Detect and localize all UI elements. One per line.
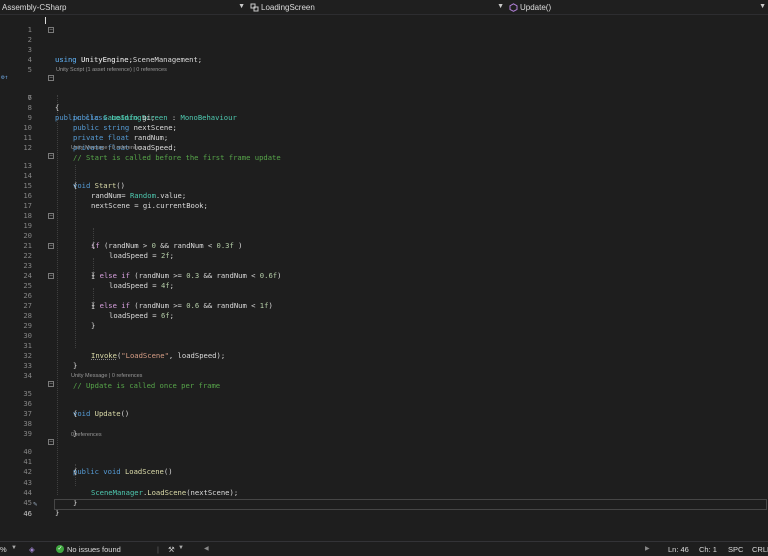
code-line[interactable]: 12 // Start is called before the first f… bbox=[0, 133, 768, 162]
chevron-down-icon[interactable]: ▼ bbox=[11, 545, 17, 551]
code-line[interactable]: 13 − void Start() bbox=[0, 151, 768, 191]
line-indicator[interactable]: Ln: 46 bbox=[668, 545, 689, 554]
project-dropdown[interactable]: Assembly-CSharp ▼ bbox=[0, 0, 247, 15]
code-line[interactable]: 45 } bbox=[0, 488, 768, 517]
issues-status[interactable]: No issues found bbox=[67, 545, 121, 554]
code-line[interactable]: 16 nextScene = gi.currentBook; bbox=[0, 181, 768, 210]
code-line[interactable]: 11 private float loadSpeed; bbox=[0, 123, 768, 152]
code-line[interactable]: 14 { bbox=[0, 161, 768, 190]
text-caret bbox=[45, 17, 46, 24]
code-line[interactable]: 28 } bbox=[0, 301, 768, 330]
code-line[interactable]: 27 loadSpeed = 6f; bbox=[0, 291, 768, 320]
code-line[interactable]: 42 bbox=[0, 457, 768, 476]
collapse-icon[interactable]: − bbox=[48, 439, 54, 445]
unity-script-icon[interactable]: ⚙↑ bbox=[1, 73, 8, 83]
check-icon: ✓ bbox=[56, 545, 64, 553]
column-indicator[interactable]: Ch: 1 bbox=[699, 545, 717, 554]
member-name: Update() bbox=[520, 3, 552, 12]
current-code-line[interactable]: 46 ✎ bbox=[0, 499, 768, 518]
code-line[interactable]: 33 bbox=[0, 351, 768, 370]
code-line[interactable]: 26 { bbox=[0, 281, 768, 310]
code-line[interactable]: 36 { bbox=[0, 389, 768, 418]
code-line[interactable]: 3 using UnityEngine.SceneManagement; bbox=[0, 35, 768, 64]
code-line[interactable]: 32 } bbox=[0, 341, 768, 370]
code-line[interactable]: 1 bbox=[0, 15, 768, 34]
code-line[interactable]: 44 } bbox=[0, 478, 768, 507]
current-line-highlight bbox=[54, 499, 767, 510]
code-line[interactable]: 39 bbox=[0, 419, 768, 438]
method-icon bbox=[509, 3, 518, 12]
code-line[interactable]: 20 { bbox=[0, 221, 768, 250]
code-line[interactable]: 10 private float randNum; bbox=[0, 113, 768, 142]
code-line[interactable]: 19 − if (randNum > 0 && randNum < 0.3f ) bbox=[0, 211, 768, 251]
class-dropdown[interactable]: LoadingScreen ▼ bbox=[250, 0, 506, 15]
chevron-down-icon: ▼ bbox=[759, 3, 766, 10]
code-line[interactable]: 21 loadSpeed = 2f; bbox=[0, 231, 768, 260]
code-line[interactable]: 37 bbox=[0, 399, 768, 418]
collapse-icon[interactable]: − bbox=[48, 213, 54, 219]
code-line[interactable]: 23 { bbox=[0, 251, 768, 280]
code-line[interactable]: 30 bbox=[0, 321, 768, 340]
code-line[interactable]: 9 public string nextScene; bbox=[0, 103, 768, 132]
indent-mode[interactable]: SPC bbox=[728, 545, 743, 554]
code-line[interactable]: 31 Invoke("LoadScene", loadSpeed); bbox=[0, 331, 768, 360]
code-line[interactable]: ⚙↑ 6 − public class LoadingScreen : Mono… bbox=[0, 73, 768, 122]
project-name: Assembly-CSharp bbox=[2, 3, 67, 12]
chevron-down-icon: ▼ bbox=[497, 3, 504, 10]
line-ending[interactable]: CRLF bbox=[752, 545, 768, 554]
code-editor[interactable]: 1 2 − using UnityEngine; 3 using UnityEn… bbox=[0, 15, 768, 541]
intellicode-icon[interactable]: ◈ bbox=[29, 545, 35, 554]
code-line[interactable]: 40 − public void LoadScene() bbox=[0, 437, 768, 477]
member-dropdown[interactable]: Update() ▼ bbox=[509, 0, 768, 15]
collapse-icon[interactable]: − bbox=[48, 273, 54, 279]
code-line[interactable]: 22 − } else if (randNum >= 0.3 && randNu… bbox=[0, 241, 768, 281]
chevron-down-icon: ▼ bbox=[238, 3, 245, 10]
code-line[interactable]: 43 SceneManager.LoadScene(nextScene); bbox=[0, 468, 768, 497]
class-name: LoadingScreen bbox=[261, 3, 315, 12]
code-cleanup-icon[interactable]: ⚒ bbox=[168, 545, 175, 554]
scroll-left-icon[interactable]: ◀ bbox=[204, 545, 209, 552]
code-line[interactable]: 17 bbox=[0, 191, 768, 210]
code-line[interactable]: 34 // Update is called once per frame bbox=[0, 361, 768, 390]
code-line[interactable]: 15 randNum= Random.value; bbox=[0, 171, 768, 200]
code-line[interactable]: 38 } bbox=[0, 409, 768, 438]
code-line[interactable]: 29 bbox=[0, 311, 768, 330]
code-line[interactable]: 25 − } else if (randNum >= 0.6 && randNu… bbox=[0, 271, 768, 311]
collapse-icon[interactable]: − bbox=[48, 243, 54, 249]
code-line[interactable]: 24 loadSpeed = 4f; bbox=[0, 261, 768, 290]
code-line[interactable]: 2 − using UnityEngine; bbox=[0, 25, 768, 65]
zoom-level[interactable]: % bbox=[0, 545, 7, 554]
class-icon bbox=[250, 3, 259, 12]
code-line[interactable]: 41 { bbox=[0, 447, 768, 476]
code-line[interactable]: 8 public GameInfo gi; bbox=[0, 93, 768, 122]
code-line[interactable]: 5 bbox=[0, 55, 768, 74]
pencil-icon: ✎ bbox=[33, 500, 38, 508]
code-line[interactable]: 4 bbox=[0, 45, 768, 64]
collapse-icon[interactable]: − bbox=[48, 381, 54, 387]
collapse-icon[interactable]: − bbox=[48, 153, 54, 159]
navigation-bar: Assembly-CSharp ▼ LoadingScreen ▼ Update… bbox=[0, 0, 768, 15]
code-line[interactable]: 18 bbox=[0, 201, 768, 220]
status-bar: % ▼ ◈ ✓ No issues found | ⚒ ▼ ◀ ▶ Ln: 46… bbox=[0, 541, 768, 556]
code-line[interactable]: 7 { bbox=[0, 83, 768, 112]
line-number: 46 bbox=[23, 509, 32, 519]
collapse-icon[interactable]: − bbox=[48, 75, 54, 81]
scroll-right-icon[interactable]: ▶ bbox=[645, 545, 650, 552]
collapse-icon[interactable]: − bbox=[48, 27, 54, 33]
chevron-down-icon[interactable]: ▼ bbox=[178, 545, 184, 551]
code-line[interactable]: 35 − void Update() bbox=[0, 379, 768, 419]
divider: | bbox=[157, 545, 159, 554]
